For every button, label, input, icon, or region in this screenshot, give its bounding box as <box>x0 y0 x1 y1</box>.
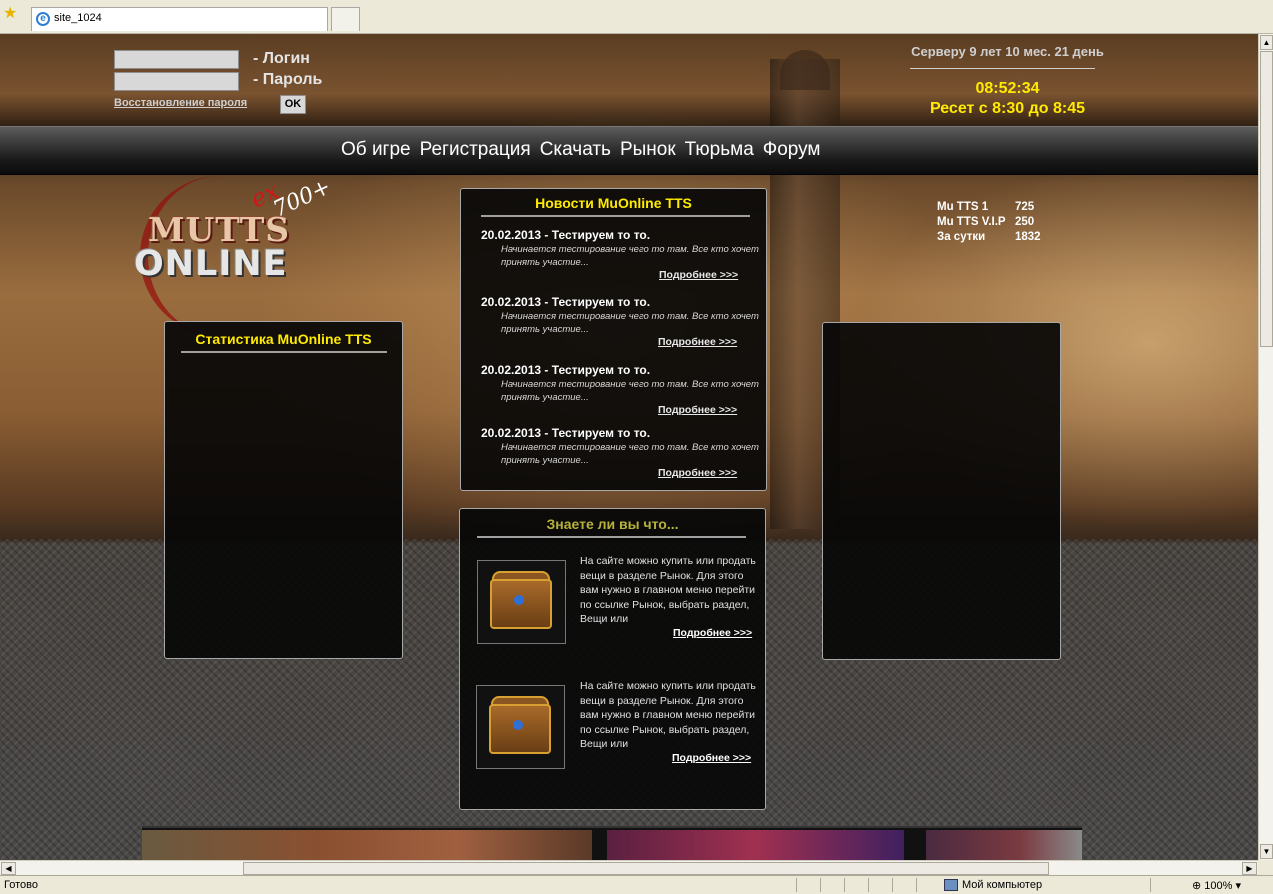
nav-item-download[interactable]: Скачать <box>540 139 611 161</box>
scroll-left-icon[interactable]: ◀ <box>1 862 16 875</box>
login-label: - Логин <box>253 50 310 67</box>
nav-item-jail[interactable]: Тюрьма <box>685 139 754 161</box>
treasure-chest-icon <box>476 685 565 769</box>
fact-more-link[interactable]: Подробнее >>> <box>673 627 752 639</box>
nav-item-market[interactable]: Рынок <box>620 139 676 161</box>
background-tower-top <box>780 50 830 90</box>
news-more-link[interactable]: Подробнее >>> <box>659 269 738 281</box>
status-cell <box>820 878 844 892</box>
news-more-link[interactable]: Подробнее >>> <box>658 404 737 416</box>
zoom-control[interactable]: ⊕ 100% ▾ <box>1192 879 1241 892</box>
scroll-right-icon[interactable]: ▶ <box>1242 862 1257 875</box>
stats-panel: Статистика MuOnline TTS <box>164 321 403 659</box>
news-more-link[interactable]: Подробнее >>> <box>658 336 737 348</box>
status-cell <box>844 878 868 892</box>
news-excerpt: Начинается тестирование чего то там. Все… <box>501 244 759 268</box>
treasure-chest-icon <box>477 560 566 644</box>
vertical-scroll-thumb[interactable] <box>1260 51 1273 347</box>
server-count: 1832 <box>1015 231 1041 243</box>
password-label: - Пароль <box>253 71 323 88</box>
logo-text-level: 700+ <box>269 174 335 223</box>
main-nav: Об игре Регистрация Скачать Рынок Тюрьма… <box>0 126 1258 175</box>
server-uptime: Серверу 9 лет 10 мес. 21 день <box>911 44 1104 59</box>
security-zone[interactable]: Мой компьютер <box>944 879 1043 892</box>
news-excerpt: Начинается тестирование чего то там. Все… <box>501 311 759 335</box>
login-input[interactable] <box>114 50 239 69</box>
news-excerpt: Начинается тестирование чего то там. Все… <box>501 379 759 403</box>
news-date: 20.02.2013 - Тестируем то то. <box>481 363 651 377</box>
news-date: 20.02.2013 - Тестируем то то. <box>481 228 651 242</box>
news-panel: Новости MuOnline TTS 20.02.2013 - Тестир… <box>460 188 767 491</box>
computer-icon <box>944 879 958 892</box>
stats-panel-title: Статистика MuOnline TTS <box>195 331 372 347</box>
tab-title: site_1024 <box>54 12 102 24</box>
news-panel-divider <box>481 215 750 217</box>
facts-panel-title: Знаете ли вы что... <box>546 516 679 532</box>
facts-panel-divider <box>477 536 746 538</box>
logo-text-online: ONLINE <box>134 244 288 284</box>
horizontal-scroll-thumb[interactable] <box>243 862 1049 875</box>
stats-panel-divider <box>181 351 387 353</box>
status-cell <box>796 878 820 892</box>
protected-mode-cell[interactable] <box>1150 878 1186 892</box>
browser-tab-bar: ★ e site_1024 <box>0 0 1273 34</box>
nav-item-about[interactable]: Об игре <box>341 139 411 161</box>
news-excerpt: Начинается тестирование чего то там. Все… <box>501 442 759 466</box>
scroll-down-icon[interactable]: ▼ <box>1260 844 1273 859</box>
news-date: 20.02.2013 - Тестируем то то. <box>481 426 651 440</box>
server-name: Mu TTS 1 <box>937 201 989 213</box>
screenshot-banner <box>142 826 1082 860</box>
server-count: 250 <box>1015 216 1035 228</box>
status-bar: Готово Мой компьютер ⊕ 100% ▾ <box>0 875 1273 894</box>
server-count: 725 <box>1015 201 1035 213</box>
online-row: Mu TTS 1 725 <box>937 200 1041 215</box>
ie-icon: e <box>36 12 50 26</box>
uptime-divider <box>910 68 1095 69</box>
news-date: 20.02.2013 - Тестируем то то. <box>481 295 651 309</box>
login-ok-button[interactable]: OK <box>280 95 306 114</box>
online-stats: Mu TTS 1 725 Mu TTS V.I.P 250 За сутки 1… <box>937 200 1041 245</box>
online-row: За сутки 1832 <box>937 230 1041 245</box>
nav-item-registration[interactable]: Регистрация <box>420 139 531 161</box>
scroll-up-icon[interactable]: ▲ <box>1260 35 1273 50</box>
status-cell <box>868 878 892 892</box>
reset-time: Ресет с 8:30 до 8:45 <box>929 100 1086 117</box>
online-row: Mu TTS V.I.P 250 <box>937 215 1041 230</box>
server-clock: 08:52:34 <box>975 80 1040 97</box>
password-input[interactable] <box>114 72 239 91</box>
scrollbar-corner <box>1258 860 1273 875</box>
restore-password-link[interactable]: Восстановление пароля <box>114 97 247 109</box>
news-more-link[interactable]: Подробнее >>> <box>658 467 737 479</box>
fact-text: На сайте можно купить или продать вещи в… <box>580 680 756 750</box>
vertical-scrollbar[interactable]: ▲ ▼ <box>1258 34 1273 860</box>
horizontal-scrollbar[interactable]: ◀ ▶ <box>0 860 1258 876</box>
banner-image[interactable] <box>607 830 904 860</box>
favorites-star-icon[interactable]: ★ <box>3 6 17 22</box>
status-cell <box>892 878 916 892</box>
zoom-level: 100% <box>1204 880 1233 892</box>
fact-text: На сайте можно купить или продать вещи в… <box>580 555 756 625</box>
status-text: Готово <box>4 879 38 891</box>
banner-image[interactable] <box>142 830 592 860</box>
nav-item-forum[interactable]: Форум <box>763 139 821 161</box>
status-cell <box>916 878 940 892</box>
server-name: За сутки <box>937 231 986 243</box>
banner-image[interactable] <box>926 830 1082 860</box>
news-panel-title: Новости MuOnline TTS <box>535 195 692 211</box>
browser-tab[interactable]: e site_1024 <box>31 7 328 31</box>
right-panel <box>822 322 1061 660</box>
server-name: Mu TTS V.I.P <box>937 216 1006 228</box>
page-viewport: - Логин - Пароль Восстановление пароля O… <box>0 34 1258 860</box>
facts-panel: Знаете ли вы что... На сайте можно купит… <box>459 508 766 810</box>
zone-label: Мой компьютер <box>962 879 1043 891</box>
new-tab-button[interactable] <box>331 7 360 31</box>
fact-more-link[interactable]: Подробнее >>> <box>672 752 751 764</box>
